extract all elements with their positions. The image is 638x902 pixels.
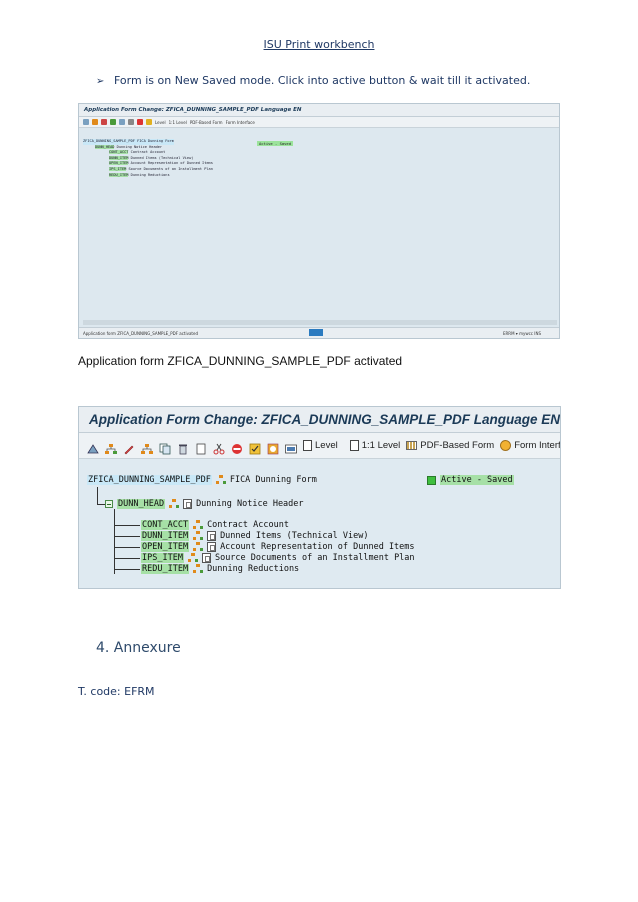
toolbar-icon[interactable] bbox=[92, 119, 98, 125]
delete-icon[interactable] bbox=[177, 440, 189, 454]
head-node-desc: Dunning Notice Header bbox=[196, 499, 304, 509]
interface-icon bbox=[500, 440, 512, 451]
small-level-button[interactable]: Level bbox=[155, 120, 166, 125]
section-heading: 4. Annexure bbox=[96, 640, 181, 656]
form-interface-button[interactable]: Form Interface bbox=[500, 440, 560, 451]
small-scrollbar[interactable] bbox=[83, 320, 557, 325]
hierarchy-add-icon[interactable] bbox=[141, 440, 153, 454]
tree-connector bbox=[114, 525, 140, 526]
head-node-name: DUNN_HEAD bbox=[117, 499, 166, 509]
stop-icon[interactable] bbox=[231, 440, 243, 454]
small-window-title: Application Form Change: ZFICA_DUNNING_S… bbox=[79, 104, 559, 117]
tree-connector bbox=[114, 547, 140, 548]
form-tree: ZFICA_DUNNING_SAMPLE_PDF FICA Dunning Fo… bbox=[87, 475, 557, 585]
document-icon bbox=[303, 440, 312, 451]
status-text: Active - Saved bbox=[440, 475, 514, 485]
status-badge: Active - Saved bbox=[427, 475, 514, 485]
tree-child-node[interactable]: IPS_ITEM Source Documents of an Installm… bbox=[141, 553, 415, 563]
child-node-desc: Dunning Reductions bbox=[207, 564, 300, 574]
arrow-bullet-icon: ➢ bbox=[96, 76, 105, 87]
tree-head-node[interactable]: DUNN_HEAD Dunning Notice Header bbox=[105, 499, 304, 509]
structure-icon bbox=[207, 542, 217, 552]
toolbar-icon[interactable] bbox=[137, 119, 143, 125]
child-node-name: CONT_ACCT bbox=[141, 520, 190, 530]
hierarchy-icon bbox=[193, 531, 204, 541]
structure-icon bbox=[207, 531, 217, 541]
page-header: ISU Print workbench bbox=[263, 38, 375, 51]
small-child-node[interactable]: REDU_ITEM Dunning Reductions bbox=[83, 172, 213, 179]
hierarchy-icon bbox=[215, 475, 226, 485]
small-status-badge: Active - Saved bbox=[257, 141, 294, 146]
cut-icon[interactable] bbox=[213, 440, 225, 454]
sap-logo-icon bbox=[309, 329, 323, 336]
check-icon[interactable] bbox=[249, 440, 261, 454]
child-node-desc: Source Documents of an Installment Plan bbox=[214, 553, 415, 563]
tcode-text: T. code: EFRM bbox=[78, 685, 155, 698]
document-icon[interactable] bbox=[195, 440, 207, 454]
bullet-text: Form is on New Saved mode. Click into ac… bbox=[114, 74, 531, 87]
child-node-desc: Dunned Items (Technical View) bbox=[220, 531, 369, 541]
tree-child-node[interactable]: REDU_ITEM Dunning Reductions bbox=[141, 564, 299, 574]
child-node-name: REDU_ITEM bbox=[141, 564, 190, 574]
toolbar-icon[interactable] bbox=[110, 119, 116, 125]
edit-pencil-icon[interactable] bbox=[123, 440, 135, 454]
small-tree: ZFICA_DUNNING_SAMPLE_PDF FICA Dunning Fo… bbox=[83, 139, 213, 178]
structure-icon bbox=[183, 499, 193, 509]
toolbar-icon[interactable] bbox=[146, 119, 152, 125]
tree-child-node[interactable]: CONT_ACCT Contract Account bbox=[141, 520, 289, 530]
child-node-name: DUNN_ITEM bbox=[141, 531, 190, 541]
small-pdf-form-button[interactable]: PDF-Based Form bbox=[190, 120, 223, 125]
display-change-icon[interactable] bbox=[87, 440, 99, 453]
activate-icon[interactable] bbox=[267, 440, 279, 454]
hierarchy-icon bbox=[193, 564, 204, 574]
hierarchy-icon bbox=[187, 553, 198, 563]
child-node-desc: Account Representation of Dunned Items bbox=[220, 542, 415, 552]
toolbar-icon[interactable] bbox=[101, 119, 107, 125]
tree-child-node[interactable]: OPEN_ITEM Account Representation of Dunn… bbox=[141, 542, 415, 552]
test-icon[interactable] bbox=[285, 440, 297, 453]
structure-icon bbox=[201, 553, 211, 563]
pdf-form-button[interactable]: PDF-Based Form bbox=[406, 440, 494, 451]
root-form-name: ZFICA_DUNNING_SAMPLE_PDF bbox=[87, 475, 212, 485]
toolbar-icon[interactable] bbox=[83, 119, 89, 125]
screenshot-small: Application Form Change: ZFICA_DUNNING_S… bbox=[78, 103, 560, 339]
small-one-one-level-button[interactable]: 1:1 Level bbox=[169, 120, 187, 125]
hierarchy-icon[interactable] bbox=[105, 440, 117, 454]
tree-connector bbox=[114, 509, 115, 574]
one-one-level-button[interactable]: 1:1 Level bbox=[349, 440, 400, 451]
hierarchy-icon bbox=[193, 542, 204, 552]
large-window-title: Application Form Change: ZFICA_DUNNING_S… bbox=[79, 407, 560, 433]
hierarchy-icon bbox=[169, 499, 180, 509]
active-status-icon bbox=[427, 475, 436, 485]
caption: Application form ZFICA_DUNNING_SAMPLE_PD… bbox=[78, 354, 403, 368]
toolbar-icon[interactable] bbox=[128, 119, 134, 125]
tree-child-node[interactable]: DUNN_ITEM Dunned Items (Technical View) bbox=[141, 531, 368, 541]
child-node-desc: Contract Account bbox=[207, 520, 289, 530]
tree-connector bbox=[114, 558, 140, 559]
large-toolbar: Level 1:1 Level PDF-Based Form Form Inte… bbox=[79, 433, 560, 459]
small-form-interface-button[interactable]: Form Interface bbox=[226, 120, 255, 125]
document-icon bbox=[349, 440, 359, 451]
small-toolbar: Level 1:1 Level PDF-Based Form Form Inte… bbox=[79, 117, 559, 128]
hierarchy-icon bbox=[193, 520, 204, 530]
level-button[interactable]: Level bbox=[303, 440, 338, 451]
tree-connector bbox=[114, 536, 140, 537]
screenshot-large: Application Form Change: ZFICA_DUNNING_S… bbox=[78, 406, 561, 589]
root-form-desc: FICA Dunning Form bbox=[229, 475, 317, 485]
tree-connector bbox=[97, 487, 98, 505]
grid-icon bbox=[406, 441, 418, 450]
tree-root-node[interactable]: ZFICA_DUNNING_SAMPLE_PDF FICA Dunning Fo… bbox=[87, 475, 317, 485]
child-node-name: OPEN_ITEM bbox=[141, 542, 190, 552]
copy-icon[interactable] bbox=[159, 440, 171, 454]
bullet-instruction: ➢ Form is on New Saved mode. Click into a… bbox=[96, 74, 530, 87]
tree-connector bbox=[114, 569, 140, 570]
small-status-message: Application form ZFICA_DUNNING_SAMPLE_PD… bbox=[83, 331, 198, 336]
collapse-icon[interactable] bbox=[105, 500, 113, 508]
toolbar-icon[interactable] bbox=[119, 119, 125, 125]
child-node-name: IPS_ITEM bbox=[141, 553, 184, 563]
small-status-right: ERRM ▾ mywcc INS bbox=[502, 331, 541, 336]
